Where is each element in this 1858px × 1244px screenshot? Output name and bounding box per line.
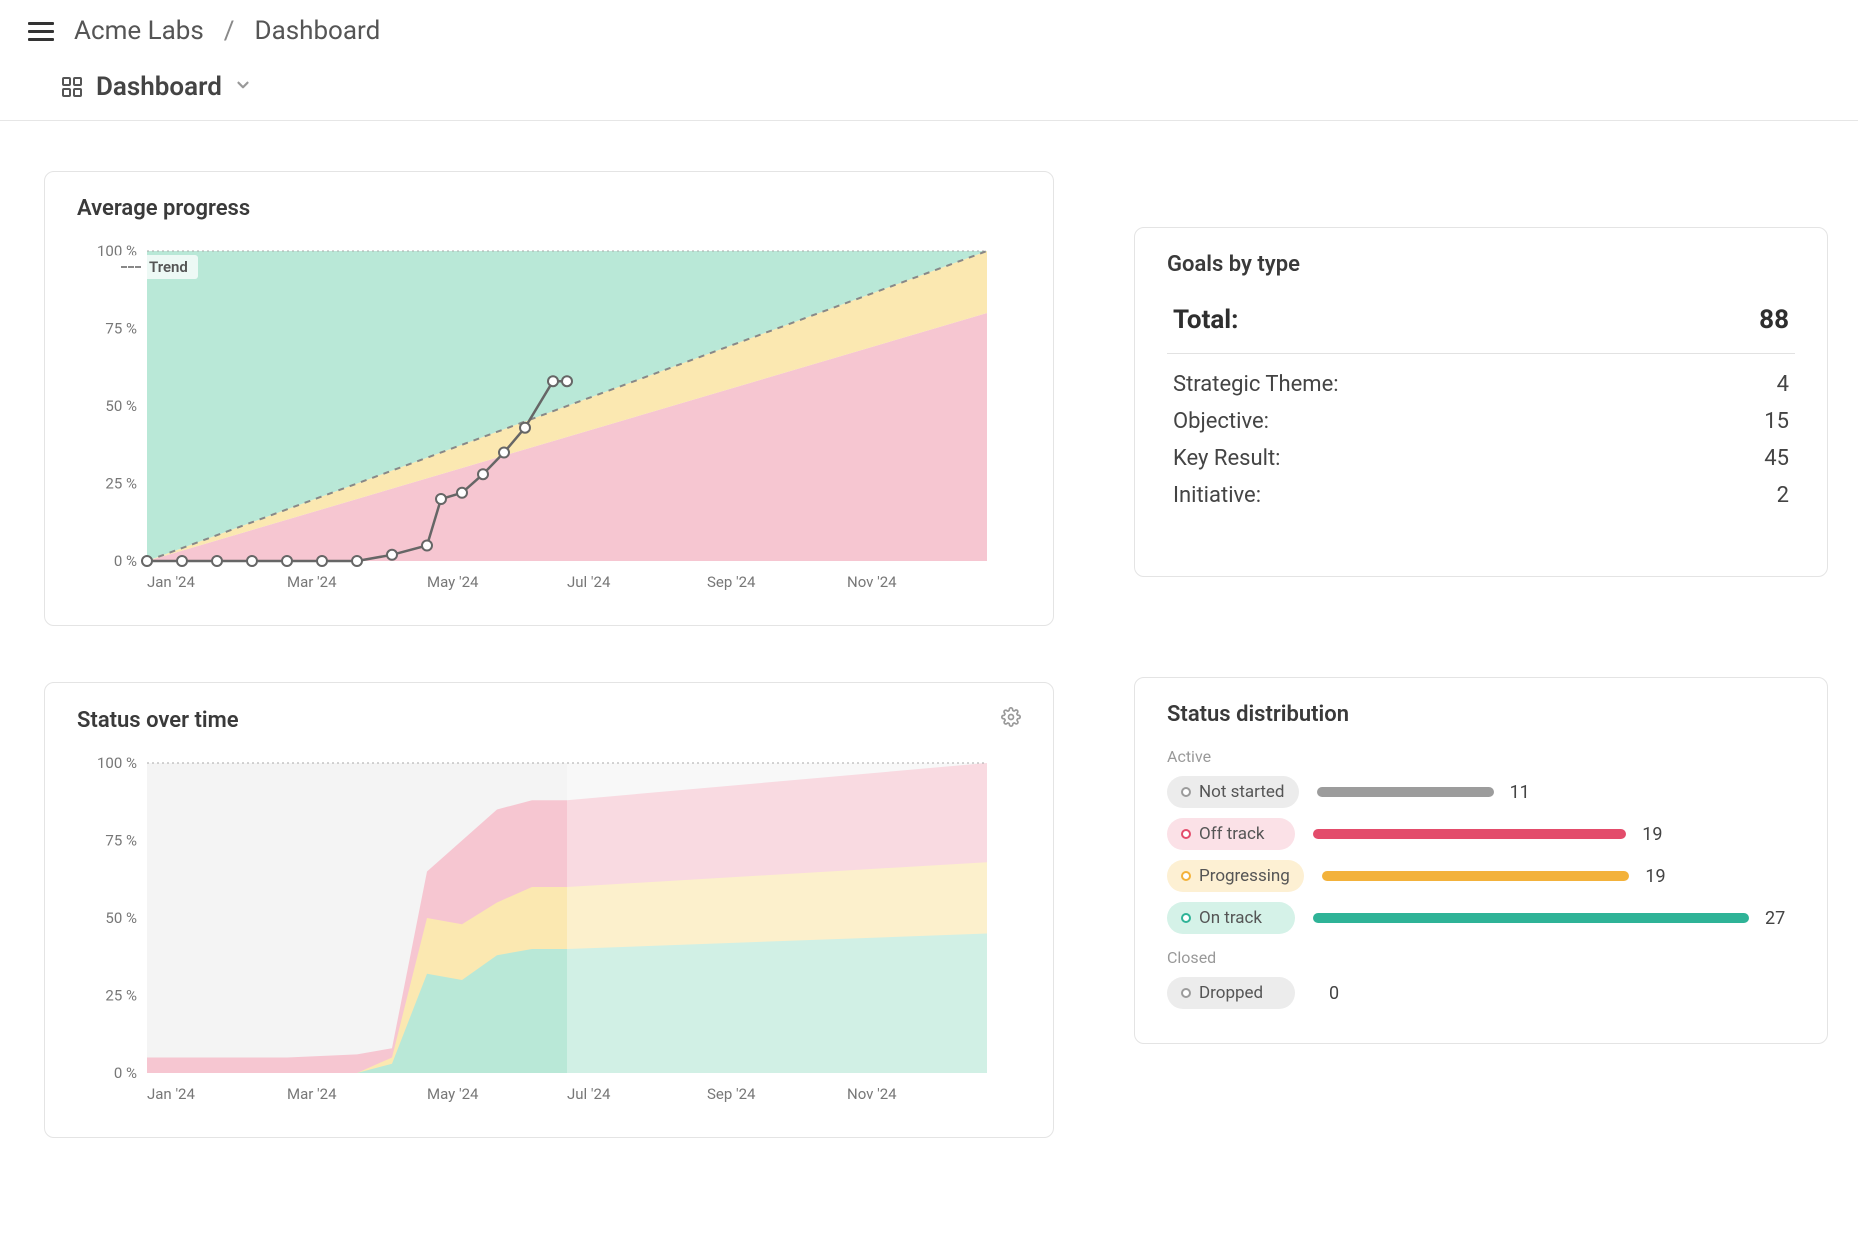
status-row: Dropped 0: [1167, 977, 1795, 1009]
breadcrumb: Acme Labs / Dashboard: [74, 16, 380, 46]
svg-text:25 %: 25 %: [105, 987, 137, 1005]
gear-icon[interactable]: [1001, 707, 1021, 733]
status-row: Progressing 19: [1167, 860, 1795, 892]
status-bar-wrap: 27: [1313, 908, 1795, 929]
status-dot-icon: [1181, 913, 1191, 923]
svg-text:May '24: May '24: [427, 573, 479, 591]
status-bar: [1313, 913, 1749, 923]
status-dot-icon: [1181, 988, 1191, 998]
goals-row-label: Initiative:: [1173, 483, 1261, 508]
average-progress-svg: 0 %25 %50 %75 %100 %Jan '24Mar '24May '2…: [77, 241, 997, 601]
svg-text:Mar '24: Mar '24: [287, 1085, 337, 1103]
card-title-text: Goals by type: [1167, 252, 1300, 277]
card-title-text: Status distribution: [1167, 702, 1349, 727]
goals-total-value: 88: [1759, 305, 1789, 335]
status-row: Not started 11: [1167, 776, 1795, 808]
status-bar-wrap: 11: [1317, 782, 1795, 803]
dashboard-grid: Average progress Trend 0 % 25 % 50 % 75 % 10…: [0, 121, 1858, 1188]
svg-text:Mar '24: Mar '24: [287, 573, 337, 591]
status-label: Off track: [1199, 824, 1265, 844]
status-label: Dropped: [1199, 983, 1263, 1003]
status-dot-icon: [1181, 787, 1191, 797]
status-dot-icon: [1181, 871, 1191, 881]
goals-row: Strategic Theme: 4: [1167, 366, 1795, 403]
breadcrumb-current[interactable]: Dashboard: [255, 16, 381, 46]
svg-text:75 %: 75 %: [105, 320, 137, 338]
status-count: 19: [1645, 866, 1675, 887]
status-pill[interactable]: Progressing: [1167, 860, 1304, 892]
status-label: Progressing: [1199, 866, 1290, 886]
svg-text:Jul '24: Jul '24: [567, 573, 611, 591]
goals-row: Objective: 15: [1167, 403, 1795, 440]
status-pill[interactable]: Dropped: [1167, 977, 1295, 1009]
status-over-time-svg: 0 % 25 % 50 % 75 % 100 % Jan '24 Mar '24 May '2…: [77, 753, 997, 1113]
goals-row-value: 15: [1764, 409, 1789, 434]
card-goals-by-type: Goals by type Total: 88 Strategic Theme:…: [1134, 227, 1828, 577]
status-dot-icon: [1181, 829, 1191, 839]
status-bar: [1317, 787, 1494, 797]
trend-dash-icon: [121, 266, 141, 268]
section-closed-label: Closed: [1167, 948, 1795, 967]
svg-text:50 %: 50 %: [105, 909, 137, 927]
svg-text:Jul '24: Jul '24: [567, 1085, 611, 1103]
page-subheader: Dashboard: [0, 62, 1858, 121]
breadcrumb-separator: /: [224, 16, 235, 46]
chart-average-progress: Trend 0 %25 %50 %75 %100 %Jan '24Mar '24…: [77, 241, 1021, 601]
chart-status-over-time: 0 % 25 % 50 % 75 % 100 % Jan '24 Mar '24 May '2…: [77, 753, 1021, 1113]
page-title: Dashboard: [96, 72, 222, 102]
svg-text:May '24: May '24: [427, 1085, 479, 1103]
hamburger-menu-button[interactable]: [24, 18, 58, 45]
goals-row-label: Strategic Theme:: [1173, 372, 1339, 397]
goals-row-value: 4: [1777, 372, 1789, 397]
goals-row-value: 45: [1764, 446, 1789, 471]
card-status-distribution: Status distribution Active Not started 11…: [1134, 677, 1828, 1044]
goals-row: Initiative: 2: [1167, 477, 1795, 514]
svg-text:Jan '24: Jan '24: [147, 1085, 195, 1103]
status-row: On track 27: [1167, 902, 1795, 934]
status-count: 27: [1765, 908, 1795, 929]
status-bar-wrap: 19: [1322, 866, 1795, 887]
chevron-down-icon[interactable]: [234, 76, 252, 99]
svg-text:75 %: 75 %: [105, 832, 137, 850]
status-count: 19: [1642, 824, 1672, 845]
status-pill[interactable]: Off track: [1167, 818, 1295, 850]
card-title-text: Average progress: [77, 196, 250, 221]
status-bar-wrap: 0: [1313, 983, 1795, 1004]
svg-text:50 %: 50 %: [105, 397, 137, 415]
card-status-over-time: Status over time 0 % 25 % 50 % 75 % 100 % Jan…: [44, 682, 1054, 1138]
svg-text:Nov '24: Nov '24: [847, 1085, 897, 1103]
status-label: On track: [1199, 908, 1262, 928]
status-bar: [1313, 829, 1626, 839]
svg-text:0 %: 0 %: [114, 552, 137, 570]
svg-text:Nov '24: Nov '24: [847, 573, 897, 591]
svg-text:100 %: 100 %: [97, 754, 137, 772]
top-header: Acme Labs / Dashboard: [0, 0, 1858, 62]
goals-row-label: Key Result:: [1173, 446, 1281, 471]
goals-row-label: Objective:: [1173, 409, 1269, 434]
status-row: Off track 19: [1167, 818, 1795, 850]
status-bar: [1322, 871, 1630, 881]
goals-total-row: Total: 88: [1167, 297, 1795, 354]
legend-trend: Trend: [111, 255, 198, 279]
status-label: Not started: [1199, 782, 1285, 802]
status-count: 11: [1510, 782, 1540, 803]
svg-text:Sep '24: Sep '24: [707, 573, 756, 591]
svg-text:25 %: 25 %: [105, 475, 137, 493]
goals-total-label: Total:: [1173, 305, 1239, 335]
section-active-label: Active: [1167, 747, 1795, 766]
status-bar-wrap: 19: [1313, 824, 1795, 845]
dashboard-icon: [60, 75, 84, 99]
status-count: 0: [1329, 983, 1359, 1004]
svg-text:Jan '24: Jan '24: [147, 573, 195, 591]
status-pill[interactable]: On track: [1167, 902, 1295, 934]
goals-row: Key Result: 45: [1167, 440, 1795, 477]
card-average-progress: Average progress Trend 0 %25 %50 %75 %10…: [44, 171, 1054, 626]
goals-row-value: 2: [1777, 483, 1789, 508]
status-pill[interactable]: Not started: [1167, 776, 1299, 808]
svg-text:Sep '24: Sep '24: [707, 1085, 756, 1103]
svg-text:0 %: 0 %: [114, 1064, 137, 1082]
card-title-text: Status over time: [77, 708, 239, 733]
breadcrumb-root[interactable]: Acme Labs: [74, 16, 204, 46]
